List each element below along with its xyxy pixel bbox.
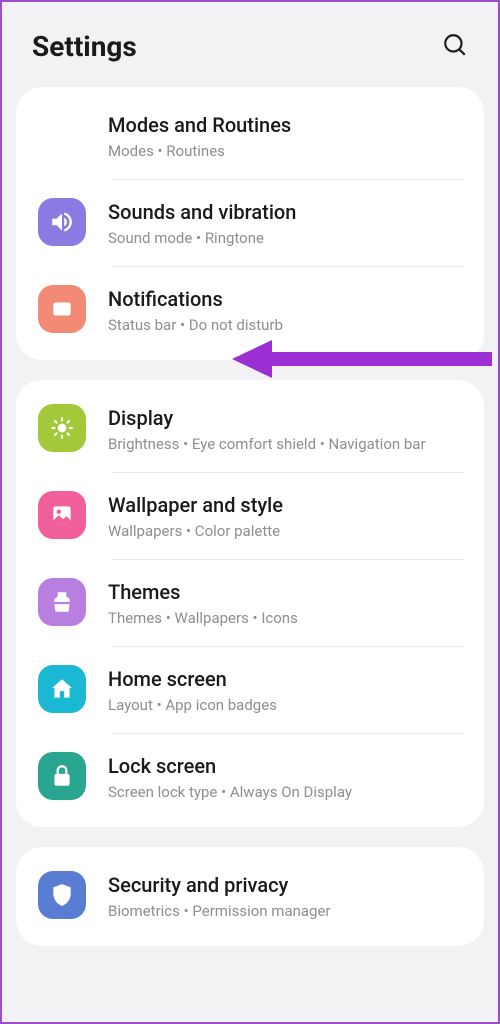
item-text: Lock screen Screen lock type • Always On…	[108, 752, 464, 803]
header: Settings	[2, 2, 498, 87]
settings-item-lock[interactable]: Lock screen Screen lock type • Always On…	[16, 734, 484, 821]
item-text: Notifications Status bar • Do not distur…	[108, 285, 464, 336]
item-subtitle: Screen lock type • Always On Display	[108, 782, 464, 803]
item-subtitle: Wallpapers • Color palette	[108, 521, 464, 542]
item-subtitle: Modes • Routines	[108, 141, 464, 162]
home-icon	[38, 665, 86, 713]
item-subtitle: Themes • Wallpapers • Icons	[108, 608, 464, 629]
item-title: Display	[108, 406, 464, 430]
item-text: Security and privacy Biometrics • Permis…	[108, 871, 464, 922]
display-icon	[38, 404, 86, 452]
search-icon	[442, 32, 468, 58]
item-text: Themes Themes • Wallpapers • Icons	[108, 578, 464, 629]
settings-item-modes[interactable]: Modes and Routines Modes • Routines	[16, 93, 484, 180]
settings-item-security[interactable]: Security and privacy Biometrics • Permis…	[16, 853, 484, 940]
sounds-icon	[38, 198, 86, 246]
item-title: Notifications	[108, 287, 464, 311]
settings-item-themes[interactable]: Themes Themes • Wallpapers • Icons	[16, 560, 484, 647]
settings-group: Display Brightness • Eye comfort shield …	[16, 380, 484, 827]
page-title: Settings	[32, 30, 137, 63]
lock-icon	[38, 752, 86, 800]
item-text: Display Brightness • Eye comfort shield …	[108, 404, 464, 455]
item-title: Modes and Routines	[108, 113, 464, 137]
themes-icon	[38, 578, 86, 626]
item-text: Sounds and vibration Sound mode • Ringto…	[108, 198, 464, 249]
item-title: Home screen	[108, 667, 464, 691]
item-subtitle: Biometrics • Permission manager	[108, 901, 464, 922]
item-text: Modes and Routines Modes • Routines	[108, 111, 464, 162]
item-title: Wallpaper and style	[108, 493, 464, 517]
shield-icon	[38, 871, 86, 919]
wallpaper-icon	[38, 491, 86, 539]
item-title: Lock screen	[108, 754, 464, 778]
search-button[interactable]	[442, 32, 468, 62]
settings-group: Modes and Routines Modes • Routines Soun…	[16, 87, 484, 360]
settings-item-wallpaper[interactable]: Wallpaper and style Wallpapers • Color p…	[16, 473, 484, 560]
item-title: Security and privacy	[108, 873, 464, 897]
item-title: Sounds and vibration	[108, 200, 464, 224]
settings-item-notifications[interactable]: Notifications Status bar • Do not distur…	[16, 267, 484, 354]
settings-item-sounds[interactable]: Sounds and vibration Sound mode • Ringto…	[16, 180, 484, 267]
notifications-icon	[38, 285, 86, 333]
item-title: Themes	[108, 580, 464, 604]
item-text: Wallpaper and style Wallpapers • Color p…	[108, 491, 464, 542]
settings-item-home[interactable]: Home screen Layout • App icon badges	[16, 647, 484, 734]
item-subtitle: Brightness • Eye comfort shield • Naviga…	[108, 434, 464, 455]
item-text: Home screen Layout • App icon badges	[108, 665, 464, 716]
item-subtitle: Sound mode • Ringtone	[108, 228, 464, 249]
settings-item-display[interactable]: Display Brightness • Eye comfort shield …	[16, 386, 484, 473]
item-subtitle: Layout • App icon badges	[108, 695, 464, 716]
modes-icon	[38, 111, 86, 159]
settings-group: Security and privacy Biometrics • Permis…	[16, 847, 484, 946]
item-subtitle: Status bar • Do not disturb	[108, 315, 464, 336]
